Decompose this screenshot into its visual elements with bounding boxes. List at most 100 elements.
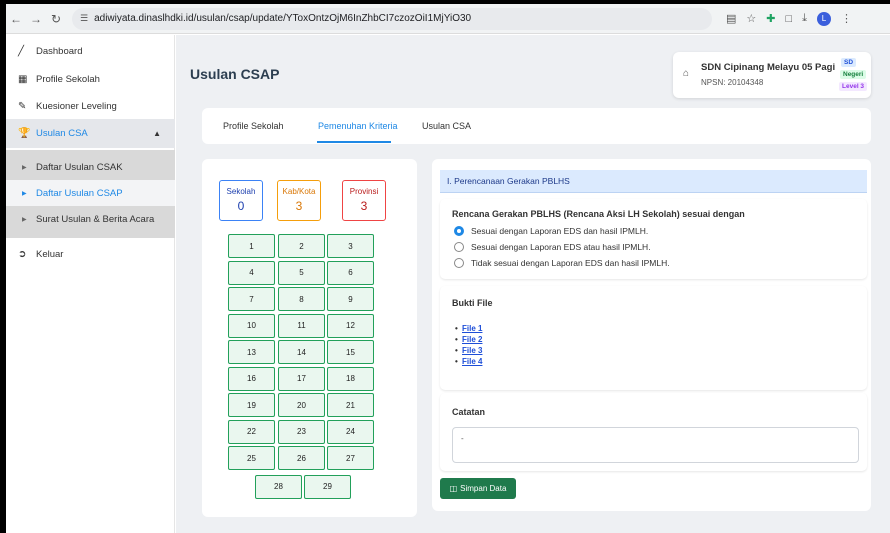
reload-icon[interactable]: ↻ [46, 12, 66, 26]
caret-right-icon: ▶ [22, 190, 27, 197]
criteria-number-button[interactable]: 24 [327, 419, 374, 444]
criteria-number-button[interactable]: 18 [327, 366, 374, 391]
radio-option-1[interactable]: Sesuai dengan Laporan EDS dan hasil IPML… [454, 226, 648, 236]
criteria-number-button[interactable]: 21 [327, 393, 374, 417]
radio-selected-icon[interactable] [454, 226, 464, 236]
tab-usulan-csa[interactable]: Usulan CSA [422, 121, 471, 131]
catatan-textarea[interactable] [452, 427, 859, 463]
caret-right-icon: ▶ [22, 164, 27, 171]
chevron-up-icon: ▲ [153, 129, 161, 138]
building-icon: ▦ [18, 73, 28, 85]
level-badge: Level 3 [839, 82, 868, 91]
sidebar-item-surat-usulan[interactable]: ▶ Surat Usulan & Berita Acara [6, 206, 175, 232]
criteria-number-button[interactable]: 14 [278, 340, 325, 364]
radio-empty-icon[interactable] [454, 242, 464, 252]
criteria-number-button[interactable]: 6 [327, 260, 374, 285]
puzzle-icon[interactable]: □ [786, 13, 793, 25]
save-button[interactable]: ◫ Simpan Data [440, 478, 516, 499]
criteria-number-button[interactable]: 12 [327, 313, 374, 338]
tab-bar: Profile Sekolah Pemenuhan Kriteria Usula… [202, 108, 871, 144]
radio-label: Sesuai dengan Laporan EDS dan hasil IPML… [471, 226, 649, 236]
criteria-panel: Sekolah 0 Kab/Kota 3 Provinsi 3 12345678… [202, 159, 417, 517]
url-text: adiwiyata.dinaslhdki.id/usulan/csap/upda… [94, 13, 472, 24]
criteria-number-button[interactable]: 22 [228, 419, 275, 444]
criteria-number-button[interactable]: 13 [228, 340, 275, 364]
sidebar-item-usulan-csa[interactable]: 🏆 Usulan CSA ▲ [6, 119, 175, 148]
criteria-number-button[interactable]: 25 [228, 446, 275, 470]
logout-icon: ➲ [18, 248, 27, 260]
usulan-csa-submenu: ▶ Daftar Usulan CSAK ▶ Daftar Usulan CSA… [6, 150, 175, 238]
sidebar-item-daftar-csap[interactable]: ▶ Daftar Usulan CSAP [6, 180, 175, 206]
menu-kebab-icon[interactable]: ⋮ [841, 12, 852, 25]
criteria-number-button[interactable]: 23 [278, 419, 325, 444]
caret-right-icon: ▶ [22, 216, 27, 223]
sidebar-item-profile-sekolah[interactable]: ▦ Profile Sekolah [6, 66, 175, 92]
sidebar-item-label: Surat Usulan & Berita Acara [36, 213, 155, 225]
sidebar-item-label: Dashboard [36, 45, 83, 57]
criteria-number-button[interactable]: 10 [228, 313, 275, 338]
sidebar-item-label: Profile Sekolah [36, 73, 100, 85]
file-link-2[interactable]: File 2 [455, 335, 483, 344]
criteria-number-button[interactable]: 27 [327, 446, 374, 470]
tab-pemenuhan-kriteria[interactable]: Pemenuhan Kriteria [318, 121, 398, 131]
avatar-letter: L [821, 14, 827, 23]
criteria-number-button[interactable]: 20 [278, 393, 325, 417]
criteria-number-button[interactable]: 1 [228, 234, 275, 258]
stat-label: Sekolah [226, 187, 256, 196]
back-icon[interactable]: ← [6, 12, 26, 26]
sidebar-item-label: Daftar Usulan CSAK [36, 161, 123, 173]
criteria-number-button[interactable]: 4 [228, 260, 275, 285]
tab-profile-sekolah[interactable]: Profile Sekolah [223, 121, 284, 131]
criteria-number-button[interactable]: 11 [278, 313, 325, 338]
home-icon: ⌂ [683, 68, 690, 79]
criteria-number-button[interactable]: 26 [278, 446, 325, 470]
radio-option-3[interactable]: Tidak sesuai dengan Laporan EDS dan hasi… [454, 258, 670, 268]
criteria-number-button[interactable]: 8 [278, 287, 325, 311]
active-tab-indicator [317, 141, 391, 143]
trophy-icon: 🏆 [18, 128, 31, 139]
bukti-file-title: Bukti File [452, 298, 493, 308]
file-link-4[interactable]: File 4 [455, 357, 483, 366]
stat-label: Provinsi [349, 187, 379, 196]
page-header: Usulan CSAP ⌂ SDN Cipinang Melayu 05 Pag… [176, 35, 890, 100]
file-link-3[interactable]: File 3 [455, 346, 483, 355]
sidebar-item-daftar-csak[interactable]: ▶ Daftar Usulan CSAK [6, 154, 175, 180]
section-header: I. Perencanaan Gerakan PBLHS [440, 170, 867, 193]
criteria-number-button[interactable]: 2 [278, 234, 325, 258]
sidebar: ╱ Dashboard ▦ Profile Sekolah ✎ Kuesione… [6, 35, 175, 533]
sidebar-item-keluar[interactable]: ➲ Keluar [6, 241, 175, 267]
radio-option-2[interactable]: Sesuai dengan Laporan EDS atau hasil IPM… [454, 242, 651, 252]
criteria-number-button[interactable]: 5 [278, 260, 325, 285]
extension-icon[interactable]: ✚ [766, 12, 775, 25]
browser-toolbar: ← → ↻ ☰ adiwiyata.dinaslhdki.id/usulan/c… [6, 4, 890, 34]
criteria-number-button[interactable]: 16 [228, 366, 275, 391]
forward-icon[interactable]: → [26, 12, 46, 26]
question-text: Rencana Gerakan PBLHS (Rencana Aksi LH S… [452, 209, 745, 219]
stat-sekolah: Sekolah 0 [219, 180, 263, 221]
criteria-number-button[interactable]: 29 [304, 474, 351, 499]
bookmark-star-icon[interactable]: ☆ [746, 12, 756, 25]
criteria-number-button[interactable]: 19 [228, 393, 275, 417]
criteria-number-button[interactable]: 28 [255, 474, 302, 499]
criteria-number-button[interactable]: 7 [228, 287, 275, 311]
criteria-number-button[interactable]: 15 [327, 340, 374, 364]
save-button-label: Simpan Data [460, 484, 507, 493]
school-npsn: NPSN: 20104348 [701, 78, 764, 87]
criteria-form: I. Perencanaan Gerakan PBLHS Rencana Ger… [432, 159, 871, 511]
criteria-number-button[interactable]: 17 [278, 366, 325, 391]
radio-empty-icon[interactable] [454, 258, 464, 268]
edit-icon: ✎ [18, 100, 27, 112]
school-name: SDN Cipinang Melayu 05 Pagi [701, 62, 836, 73]
sidebar-item-dashboard[interactable]: ╱ Dashboard [6, 38, 175, 64]
criteria-number-button[interactable]: 3 [327, 234, 374, 258]
translate-icon[interactable]: ▤ [726, 12, 736, 25]
download-icon[interactable]: ⤓ [802, 12, 807, 25]
file-link-1[interactable]: File 1 [455, 324, 483, 333]
address-bar[interactable]: ☰ adiwiyata.dinaslhdki.id/usulan/csap/up… [72, 7, 712, 30]
criteria-number-button[interactable]: 9 [327, 287, 374, 311]
stat-provinsi: Provinsi 3 [342, 180, 386, 221]
profile-avatar[interactable]: L [817, 11, 832, 26]
sidebar-item-kuesioner[interactable]: ✎ Kuesioner Leveling [6, 93, 175, 119]
site-settings-icon[interactable]: ☰ [80, 13, 88, 24]
bukti-file-box: Bukti File File 1 File 2 File 3 File 4 [440, 286, 867, 390]
